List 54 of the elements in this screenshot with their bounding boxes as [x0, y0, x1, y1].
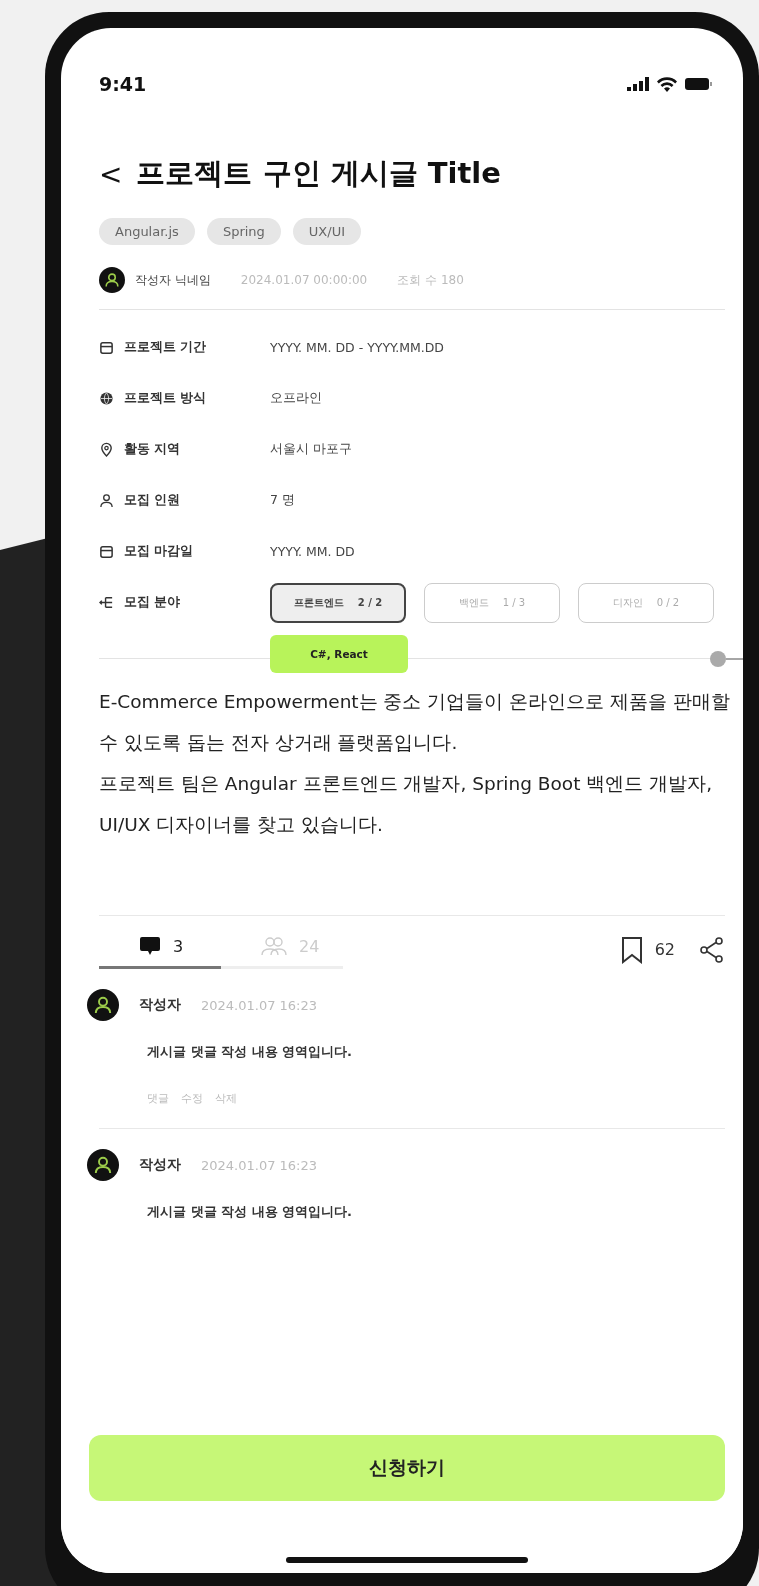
detail-label: 모집 마감일 [124, 543, 195, 560]
branch-icon [99, 595, 114, 610]
description-text: 프로젝트 팀은 Angular 프론트엔드 개발자, Spring Boot 백엔드 개발자, UI/UX 디자이너를 찾고 있습니다. [99, 772, 714, 837]
description-text: E-Commerce Empowerment는 중소 기업들이 온라인으로 제품을 판매할 수 있도록 돕는 전자 상거래 플랫폼입니다. [99, 690, 731, 755]
detail-value: 7 명 [270, 492, 295, 509]
detail-label: 프로젝트 기간 [124, 339, 208, 356]
post-title: 프로젝트 구인 게시글 Title [136, 155, 501, 192]
view-count: 조회 수 180 [397, 271, 464, 289]
apply-button[interactable]: 신청하기 [89, 1435, 725, 1501]
comment-date: 2024.01.07 16:23 [201, 1157, 318, 1173]
calendar-icon [99, 340, 114, 355]
skills-tooltip: C#, React [270, 634, 408, 673]
tech-tag: UX/UI [292, 218, 361, 245]
people-icon [261, 936, 287, 956]
avatar-icon [99, 267, 125, 293]
comment-action[interactable]: 수정 [181, 1091, 203, 1106]
bookmark-count: 62 [654, 940, 675, 959]
detail-label: 모집 인원 [124, 492, 182, 509]
calendar-icon [99, 544, 114, 559]
tech-tag: Spring [206, 218, 281, 245]
tech-tag: Angular.js [99, 218, 195, 245]
detail-value: YYYY. MM. DD [270, 544, 355, 559]
location-pin-icon [99, 442, 114, 457]
comments-tab[interactable]: 3 [99, 930, 221, 969]
post-date: 2024.01.07 00:00:00 [240, 273, 368, 287]
author-name: 작성자 닉네임 [135, 271, 211, 289]
detail-value: YYYY. MM. DD - YYYY.MM.DD [270, 340, 444, 355]
detail-label: 활동 지역 [124, 441, 182, 458]
detail-label: 프로젝트 방식 [124, 390, 208, 407]
comment-action[interactable]: 삭제 [215, 1091, 237, 1106]
position-chip[interactable]: 디자인 0 / 2 [578, 582, 714, 623]
wifi-icon [657, 76, 677, 92]
avatar-icon [87, 1149, 119, 1181]
share-icon[interactable] [699, 935, 725, 964]
globe-icon [99, 391, 114, 406]
speech-bubble-icon [139, 936, 161, 956]
back-button[interactable]: < [99, 157, 123, 191]
detail-value: 오프라인 [270, 390, 322, 407]
signal-icon [627, 77, 649, 91]
status-time: 9:41 [99, 73, 147, 95]
position-chip[interactable]: 프론트엔드 2 / 2 [270, 582, 406, 623]
comment-author: 작성자 [139, 996, 181, 1014]
comment-text: 게시글 댓글 작성 내용 영역입니다. [147, 1203, 354, 1221]
position-chip[interactable]: 백엔드 1 / 3 [424, 582, 560, 623]
comment-date: 2024.01.07 16:23 [201, 997, 318, 1013]
avatar-icon [87, 989, 119, 1021]
comment-action[interactable]: 댓글 [147, 1091, 169, 1106]
comment-text: 게시글 댓글 작성 내용 영역입니다. [147, 1043, 354, 1061]
detail-label: 모집 분야 [124, 594, 182, 611]
battery-icon [685, 77, 713, 91]
comment-author: 작성자 [139, 1156, 181, 1174]
bookmark-icon[interactable] [620, 935, 643, 964]
person-icon [99, 493, 114, 508]
detail-value: 서울시 마포구 [270, 441, 352, 458]
